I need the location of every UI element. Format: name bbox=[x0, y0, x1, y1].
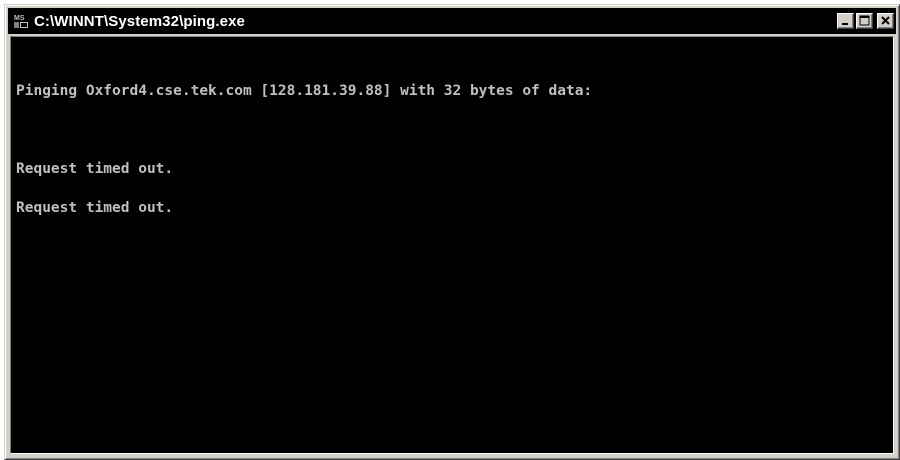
close-icon bbox=[881, 16, 890, 25]
console-line-timeout: Request timed out. bbox=[16, 161, 174, 177]
console-text: Pinging Oxford4.cse.tek.com [128.181.39.… bbox=[16, 59, 592, 241]
title-bar[interactable]: MS C:\WINNT\System32\ping.exe bbox=[8, 8, 896, 34]
console-output-area[interactable]: Pinging Oxford4.cse.tek.com [128.181.39.… bbox=[10, 36, 894, 454]
maximize-button[interactable] bbox=[856, 13, 873, 29]
minimize-icon bbox=[842, 23, 848, 25]
console-line-blank bbox=[16, 124, 592, 137]
title-buttons bbox=[837, 13, 894, 29]
svg-text:MS: MS bbox=[14, 15, 25, 22]
close-button[interactable] bbox=[877, 13, 894, 29]
ms-dos-icon[interactable]: MS bbox=[12, 12, 30, 30]
console-line-timeout: Request timed out. bbox=[16, 200, 174, 216]
maximize-icon bbox=[859, 15, 870, 26]
minimize-button[interactable] bbox=[837, 13, 854, 29]
window-title: C:\WINNT\System32\ping.exe bbox=[34, 12, 245, 30]
console-window: MS C:\WINNT\System32\ping.exe Pinging Ox… bbox=[4, 4, 900, 460]
console-line-pinging: Pinging Oxford4.cse.tek.com [128.181.39.… bbox=[16, 83, 593, 99]
